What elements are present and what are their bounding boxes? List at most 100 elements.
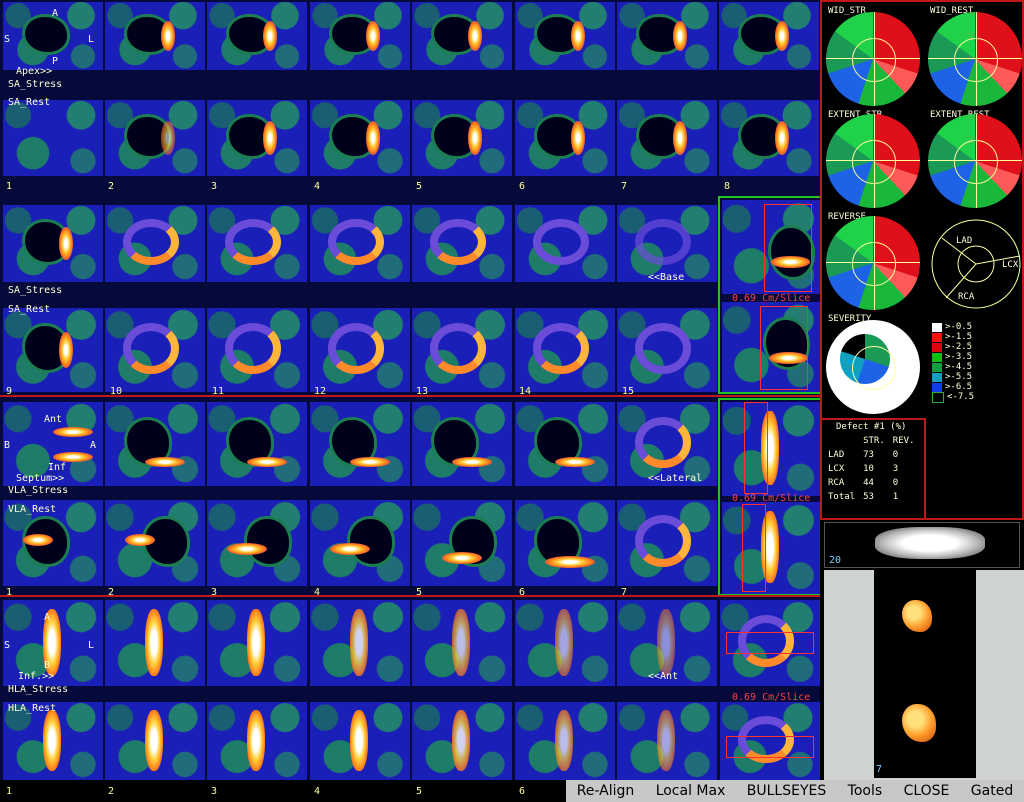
- slice-image[interactable]: [515, 2, 615, 70]
- slice-image[interactable]: [719, 100, 819, 176]
- legend-swatch: [932, 391, 944, 403]
- slice-image[interactable]: [412, 205, 512, 282]
- orientation-label: A: [90, 440, 97, 451]
- slice-image[interactable]: [412, 308, 512, 392]
- slice-number: 7: [621, 181, 628, 192]
- slice-image[interactable]: [310, 600, 410, 686]
- reversibility-value: 3: [892, 464, 899, 474]
- slice-image[interactable]: [412, 100, 512, 176]
- slice-image[interactable]: [207, 205, 307, 282]
- slice-image[interactable]: [515, 702, 615, 780]
- stress-value: 10: [863, 464, 874, 474]
- slice-number: 3: [211, 786, 218, 797]
- territory-name: LCX: [828, 464, 845, 474]
- stress-value: 73: [863, 450, 874, 460]
- slice-image[interactable]: [412, 2, 512, 70]
- bullseyes-button[interactable]: BULLSEYES: [743, 783, 830, 799]
- slice-image[interactable]: [412, 500, 512, 586]
- slice-image[interactable]: [3, 308, 103, 392]
- row-label-sa-rest: SA_Rest: [8, 304, 51, 315]
- slice-image[interactable]: [207, 308, 307, 392]
- bullseye-reverse[interactable]: [826, 216, 920, 310]
- row-label-hla-stress: HLA_Stress: [8, 684, 69, 695]
- bullseye-wid-rest[interactable]: [928, 12, 1022, 106]
- slice-image[interactable]: [310, 100, 410, 176]
- slice-image[interactable]: [105, 205, 205, 282]
- lateral-label: <<Lateral: [648, 473, 703, 484]
- legend-label: >-1.5: [945, 332, 973, 342]
- territory-name: RCA: [828, 478, 845, 488]
- slice-image[interactable]: [207, 702, 307, 780]
- close-button[interactable]: CLOSE: [900, 783, 954, 799]
- slice-image[interactable]: [515, 500, 615, 586]
- column-header: [824, 434, 859, 448]
- bullseye-severity[interactable]: [826, 320, 920, 414]
- orientation-label: B: [44, 660, 51, 671]
- slice-image[interactable]: [310, 205, 410, 282]
- inferior-label: Inf.>>: [18, 671, 55, 682]
- slice-image[interactable]: [412, 702, 512, 780]
- slice-range-marker[interactable]: [742, 504, 766, 592]
- slice-image[interactable]: [105, 402, 205, 486]
- slice-image[interactable]: [515, 100, 615, 176]
- table-row: RCA 44 0: [824, 476, 918, 490]
- slice-image[interactable]: [617, 500, 717, 586]
- slice-range-marker[interactable]: [726, 632, 814, 654]
- slice-image[interactable]: [105, 600, 205, 686]
- slice-range-marker[interactable]: [764, 204, 812, 292]
- table-header-row: STR. REV.: [824, 434, 918, 448]
- slice-image[interactable]: [105, 702, 205, 780]
- slice-image[interactable]: [719, 2, 819, 70]
- bullseye-wid-stress[interactable]: [826, 12, 920, 106]
- local-max-button[interactable]: Local Max: [652, 783, 730, 799]
- slice-image[interactable]: [105, 100, 205, 176]
- row-label-vla-stress: VLA_Stress: [8, 485, 69, 496]
- gated-button[interactable]: Gated: [967, 783, 1017, 799]
- slice-image[interactable]: [105, 500, 205, 586]
- slice-image[interactable]: [617, 308, 717, 392]
- slice-image[interactable]: [412, 600, 512, 686]
- slice-image[interactable]: [310, 500, 410, 586]
- row-label-sa-stress: SA_Stress: [8, 285, 63, 296]
- slice-image[interactable]: [310, 402, 410, 486]
- bullseye-extent-rest[interactable]: [928, 114, 1022, 208]
- slice-image[interactable]: [105, 2, 205, 70]
- slice-image[interactable]: [515, 308, 615, 392]
- slice-image[interactable]: [617, 2, 717, 70]
- slice-image[interactable]: [515, 600, 615, 686]
- reference-image: [722, 502, 820, 594]
- slice-image[interactable]: [310, 2, 410, 70]
- slice-image[interactable]: [207, 500, 307, 586]
- bullseye-extent-stress[interactable]: [826, 114, 920, 208]
- slice-image[interactable]: [515, 205, 615, 282]
- slice-number: 1: [6, 786, 13, 797]
- slice-range-marker[interactable]: [726, 736, 814, 758]
- tools-button[interactable]: Tools: [844, 783, 887, 799]
- gated-view[interactable]: 7: [824, 570, 1024, 780]
- slice-number: 5: [416, 786, 423, 797]
- slice-range-marker[interactable]: [744, 402, 768, 494]
- slice-range-marker[interactable]: [760, 306, 808, 390]
- row-label-sa-stress: SA_Stress: [8, 79, 63, 90]
- slice-image[interactable]: [207, 100, 307, 176]
- slice-image[interactable]: [310, 702, 410, 780]
- slice-image[interactable]: [207, 402, 307, 486]
- slice-image[interactable]: [412, 402, 512, 486]
- anterior-label: <<Ant: [648, 671, 679, 682]
- slice-image[interactable]: [617, 205, 717, 282]
- slice-image[interactable]: [105, 308, 205, 392]
- slice-image[interactable]: [310, 308, 410, 392]
- slice-image[interactable]: [3, 205, 103, 282]
- slice-number: 5: [416, 181, 423, 192]
- slice-number: 2: [108, 181, 115, 192]
- slice-image[interactable]: [617, 702, 717, 780]
- slice-number: 3: [211, 181, 218, 192]
- slice-image[interactable]: [207, 600, 307, 686]
- slice-image[interactable]: [207, 2, 307, 70]
- slice-image[interactable]: [3, 100, 103, 176]
- slice-image[interactable]: [515, 402, 615, 486]
- raw-projection-view[interactable]: 20: [824, 522, 1020, 568]
- slice-number: 1: [6, 181, 13, 192]
- realign-button[interactable]: Re-Align: [573, 783, 639, 799]
- slice-image[interactable]: [617, 100, 717, 176]
